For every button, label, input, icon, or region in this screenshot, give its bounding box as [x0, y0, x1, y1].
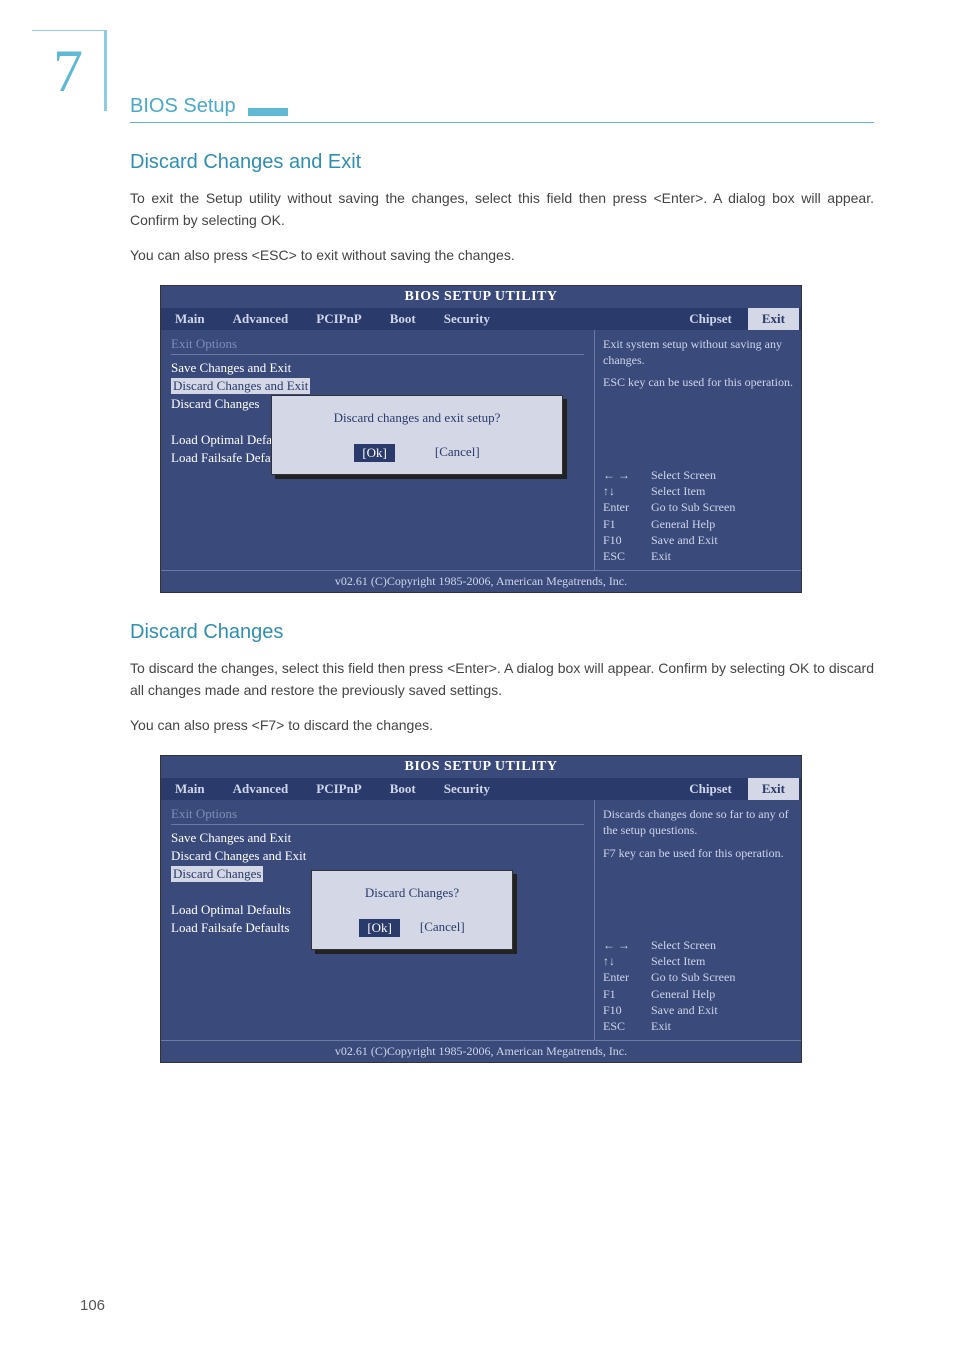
list-item: Discard Changes and Exit: [171, 377, 584, 395]
tab-main: Main: [161, 778, 219, 800]
key-desc: Exit: [651, 548, 671, 564]
help-text: Discards changes done so far to any of t…: [603, 806, 793, 838]
tab-chipset: Chipset: [675, 308, 746, 330]
key-desc: Exit: [651, 1018, 671, 1034]
tab-main: Main: [161, 308, 219, 330]
list-item: Discard Changes and Exit: [171, 847, 584, 865]
dialog-question: Discard changes and exit setup?: [272, 410, 562, 426]
key-desc: Save and Exit: [651, 532, 718, 548]
key-arrows-lr: ← →: [603, 467, 643, 483]
tab-boot: Boot: [376, 308, 430, 330]
bios-title: BIOS SETUP UTILITY: [161, 286, 801, 308]
bios-tabs: Main Advanced PCIPnP Boot Security Chips…: [161, 308, 801, 330]
chapter-badge: 7: [32, 30, 107, 111]
key-arrows-ud: ↑↓: [603, 953, 643, 969]
key-desc: Select Item: [651, 483, 705, 499]
paragraph: To discard the changes, select this fiel…: [130, 658, 874, 701]
paragraph: You can also press <ESC> to exit without…: [130, 245, 874, 267]
key-enter: Enter: [603, 499, 643, 515]
chapter-number: 7: [53, 37, 83, 106]
key-desc: Go to Sub Screen: [651, 969, 735, 985]
key-desc: Save and Exit: [651, 1002, 718, 1018]
help-keys: ← → Select Screen ↑↓ Select Item Enter Go t…: [603, 937, 793, 1034]
paragraph: You can also press <F7> to discard the c…: [130, 715, 874, 737]
tab-boot: Boot: [376, 778, 430, 800]
selected-item: Discard Changes: [171, 866, 263, 882]
selected-item: Discard Changes and Exit: [171, 378, 310, 394]
help-text: ESC key can be used for this operation.: [603, 374, 793, 390]
key-desc: Select Screen: [651, 467, 716, 483]
list-item: Save Changes and Exit: [171, 829, 584, 847]
help-text: F7 key can be used for this operation.: [603, 845, 793, 861]
key-f1: F1: [603, 986, 643, 1002]
key-f1: F1: [603, 516, 643, 532]
section-title: BIOS Setup: [130, 95, 236, 118]
confirm-dialog: Discard changes and exit setup? [Ok] [Ca…: [271, 395, 563, 475]
key-esc: ESC: [603, 1018, 643, 1034]
key-arrows-lr: ← →: [603, 937, 643, 953]
tab-pcipnp: PCIPnP: [302, 308, 376, 330]
bios-help-pane: Discards changes done so far to any of t…: [594, 800, 801, 1040]
key-f10: F10: [603, 1002, 643, 1018]
exit-options-header: Exit Options: [171, 806, 584, 825]
key-desc: Select Screen: [651, 937, 716, 953]
section-marker-icon: [248, 108, 288, 116]
bios-left-pane: Exit Options Save Changes and Exit Disca…: [161, 330, 594, 570]
ok-button[interactable]: [Ok]: [359, 919, 400, 937]
key-esc: ESC: [603, 548, 643, 564]
dialog-question: Discard Changes?: [312, 885, 512, 901]
key-desc: Select Item: [651, 953, 705, 969]
tab-exit: Exit: [748, 308, 799, 330]
key-arrows-ud: ↑↓: [603, 483, 643, 499]
exit-options-header: Exit Options: [171, 336, 584, 355]
paragraph: To exit the Setup utility without saving…: [130, 188, 874, 231]
page-number: 106: [80, 1297, 105, 1314]
heading-discard-exit: Discard Changes and Exit: [130, 151, 874, 174]
key-f10: F10: [603, 532, 643, 548]
help-keys: ← → Select Screen ↑↓ Select Item Enter Go t…: [603, 467, 793, 564]
bios-screenshot-1: BIOS SETUP UTILITY Main Advanced PCIPnP …: [160, 285, 802, 593]
key-enter: Enter: [603, 969, 643, 985]
key-desc: General Help: [651, 516, 715, 532]
tab-advanced: Advanced: [219, 778, 303, 800]
bios-footer: v02.61 (C)Copyright 1985-2006, American …: [161, 570, 801, 592]
bios-footer: v02.61 (C)Copyright 1985-2006, American …: [161, 1040, 801, 1062]
key-desc: Go to Sub Screen: [651, 499, 735, 515]
ok-button[interactable]: [Ok]: [354, 444, 395, 462]
confirm-dialog: Discard Changes? [Ok] [Cancel]: [311, 870, 513, 950]
tab-chipset: Chipset: [675, 778, 746, 800]
tab-pcipnp: PCIPnP: [302, 778, 376, 800]
bios-tabs: Main Advanced PCIPnP Boot Security Chips…: [161, 778, 801, 800]
bios-left-pane: Exit Options Save Changes and Exit Disca…: [161, 800, 594, 1040]
cancel-button[interactable]: [Cancel]: [420, 919, 465, 937]
heading-discard-changes: Discard Changes: [130, 621, 874, 644]
tab-security: Security: [430, 308, 504, 330]
bios-screenshot-2: BIOS SETUP UTILITY Main Advanced PCIPnP …: [160, 755, 802, 1063]
help-text: Exit system setup without saving any cha…: [603, 336, 793, 368]
section-header: BIOS Setup: [130, 95, 874, 123]
tab-advanced: Advanced: [219, 308, 303, 330]
list-item: Save Changes and Exit: [171, 359, 584, 377]
key-desc: General Help: [651, 986, 715, 1002]
tab-security: Security: [430, 778, 504, 800]
bios-title: BIOS SETUP UTILITY: [161, 756, 801, 778]
tab-exit: Exit: [748, 778, 799, 800]
cancel-button[interactable]: [Cancel]: [435, 444, 480, 462]
bios-help-pane: Exit system setup without saving any cha…: [594, 330, 801, 570]
